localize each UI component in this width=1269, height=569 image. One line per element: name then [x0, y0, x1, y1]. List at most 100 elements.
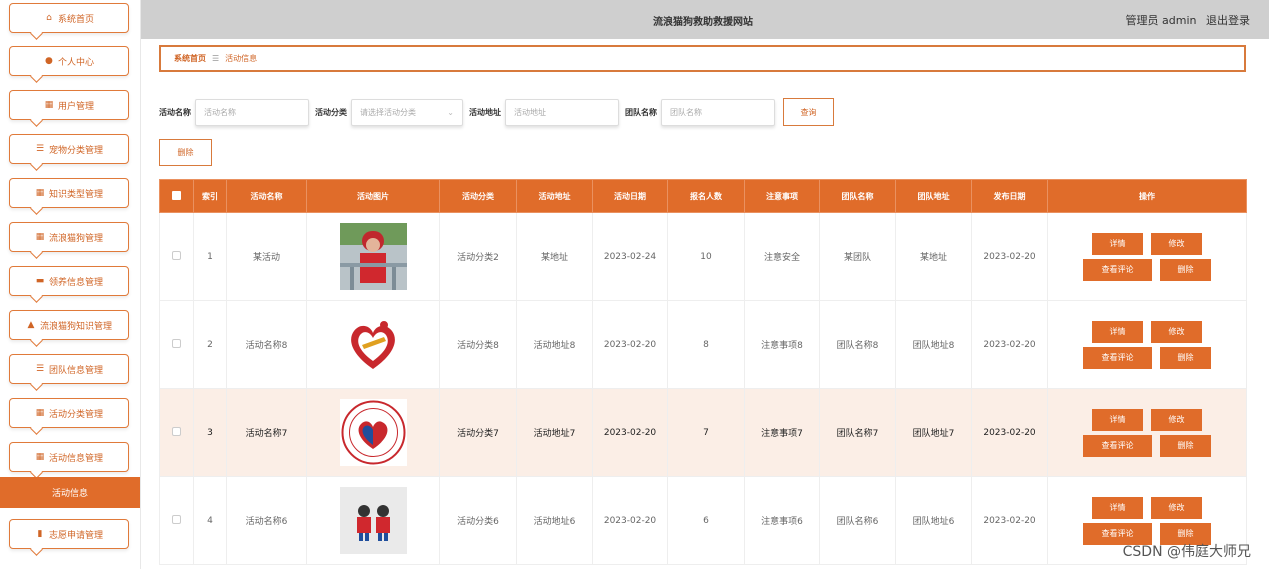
logout-link[interactable]: 退出登录	[1206, 14, 1250, 27]
detail-button[interactable]: 详情	[1092, 232, 1143, 255]
chevron-down-icon: ⌄	[447, 107, 454, 117]
detail-button[interactable]: 详情	[1092, 320, 1143, 343]
cell-name: 活动名称7	[226, 388, 307, 477]
column-header: 发布日期	[971, 179, 1048, 213]
cell-count: 10	[667, 212, 745, 301]
sidebar-item-home[interactable]: ⌂ 系统首页	[9, 3, 129, 33]
delete-button[interactable]: 删除	[1160, 346, 1211, 369]
activity-name-input[interactable]: 活动名称	[195, 98, 309, 126]
batch-delete-button[interactable]: 删除	[159, 139, 212, 166]
column-header: 报名人数	[667, 179, 745, 213]
cell-name: 活动名称6	[226, 476, 307, 565]
select-placeholder: 请选择活动分类	[360, 107, 416, 117]
cell-category: 活动分类8	[439, 300, 517, 389]
sidebar-item-activity-info[interactable]: ▦ 活动信息管理	[9, 442, 129, 472]
column-header: 活动地址	[516, 179, 593, 213]
sidebar-item-stray-animals[interactable]: ▦ 流浪猫狗管理	[9, 222, 129, 252]
cell-team-address: 团队地址8	[895, 300, 972, 389]
activity-name-label: 活动名称	[159, 107, 191, 117]
cell-team-address: 某地址	[895, 212, 972, 301]
view-comments-button[interactable]: 查看评论	[1083, 258, 1152, 281]
csdn-watermark: CSDN @伟庭大师兄	[1122, 544, 1251, 560]
cell-team: 团队名称7	[819, 388, 896, 477]
cell-name: 某活动	[226, 212, 307, 301]
edit-button[interactable]: 修改	[1151, 408, 1202, 431]
cell-index: 1	[193, 212, 227, 301]
detail-button[interactable]: 详情	[1092, 496, 1143, 519]
cell-image	[306, 212, 440, 301]
sidebar-item-label: 知识类型管理	[48, 189, 103, 200]
column-header: 团队地址	[895, 179, 972, 213]
delete-button[interactable]: 删除	[1160, 434, 1211, 457]
edit-button[interactable]: 修改	[1151, 496, 1202, 519]
cell-image	[306, 476, 440, 565]
detail-button[interactable]: 详情	[1092, 408, 1143, 431]
sidebar-item-volunteer[interactable]: ▮ 志愿申请管理	[9, 519, 129, 549]
breadcrumb-current: 活动信息	[225, 54, 258, 63]
cell-address: 活动地址8	[516, 300, 593, 389]
breadcrumb-home[interactable]: 系统首页	[174, 53, 206, 64]
cell-index: 3	[193, 388, 227, 477]
sidebar-item-pet-category[interactable]: ☰ 宠物分类管理	[9, 134, 129, 164]
sidebar-item-activity-category[interactable]: ▦ 活动分类管理	[9, 398, 129, 428]
delete-button[interactable]: 删除	[1160, 258, 1211, 281]
sidebar-item-label: 用户管理	[57, 101, 94, 112]
circle-badge[interactable]	[339, 399, 407, 466]
breadcrumb: 系统首页 ☰ 活动信息	[159, 45, 1246, 72]
sidebar-item-label: 领养信息管理	[48, 277, 103, 288]
row-checkbox[interactable]	[159, 212, 194, 301]
column-header: 活动名称	[226, 179, 307, 213]
query-button[interactable]: 查询	[783, 98, 834, 126]
cell-category: 活动分类2	[439, 212, 517, 301]
sidebar-item-adoption[interactable]: ▬ 领养信息管理	[9, 266, 129, 296]
column-header: 注意事项	[744, 179, 820, 213]
sidebar: ⌂ 系统首页 ● 个人中心 ▦ 用户管理 ☰ 宠物分类管理 ▦ 知识类型管理 ▦ 流浪猫狗管…	[0, 0, 140, 569]
sidebar-item-knowledge[interactable]: ▲ 流浪猫狗知识管理	[9, 310, 129, 340]
search-bar: 活动名称 活动名称 活动分类 请选择活动分类 ⌄ 活动地址 活动地址 团队名称 团…	[159, 98, 834, 126]
sliders-icon: ☰	[35, 364, 45, 374]
volunteer-figures[interactable]	[339, 487, 407, 554]
sidebar-item-label: 流浪猫狗知识管理	[39, 321, 112, 332]
cell-team: 某团队	[819, 212, 896, 301]
sidebar-item-label: 系统首页	[57, 14, 94, 25]
cell-date: 2023-02-20	[592, 300, 668, 389]
home-icon: ⌂	[46, 13, 52, 23]
sidebar-item-knowledge-type[interactable]: ▦ 知识类型管理	[9, 178, 129, 208]
edit-button[interactable]: 修改	[1151, 232, 1202, 255]
team-name-label: 团队名称	[625, 107, 657, 117]
row-checkbox[interactable]	[159, 388, 194, 477]
sidebar-item-team[interactable]: ☰ 团队信息管理	[9, 354, 129, 384]
activity-category-select[interactable]: 请选择活动分类 ⌄	[351, 98, 463, 126]
sidebar-item-label: 活动信息管理	[48, 453, 103, 464]
cell-publish-date: 2023-02-20	[971, 476, 1048, 565]
sidebar-item-users[interactable]: ▦ 用户管理	[9, 90, 129, 120]
table-row: 3 活动名称7 活动分类7 活动地址7 2023-02-20 7 注意事项7 团…	[159, 388, 1247, 477]
column-header: 操作	[1047, 179, 1247, 213]
cell-team: 团队名称6	[819, 476, 896, 565]
activity-address-input[interactable]: 活动地址	[505, 98, 619, 126]
cell-image	[306, 300, 440, 389]
cell-publish-date: 2023-02-20	[971, 212, 1048, 301]
row-checkbox[interactable]	[159, 476, 194, 565]
sidebar-subitem-activity-active[interactable]: 活动信息	[0, 477, 140, 508]
select-all-checkbox[interactable]	[159, 179, 194, 213]
sidebar-item-label: 团队信息管理	[48, 365, 103, 376]
sidebar-item-profile[interactable]: ● 个人中心	[9, 46, 129, 76]
team-name-input[interactable]: 团队名称	[661, 98, 775, 126]
cell-team-address: 团队地址7	[895, 388, 972, 477]
view-comments-button[interactable]: 查看评论	[1083, 346, 1152, 369]
grid-icon: ▦	[35, 408, 45, 418]
view-comments-button[interactable]: 查看评论	[1083, 434, 1152, 457]
cell-category: 活动分类6	[439, 476, 517, 565]
edit-button[interactable]: 修改	[1151, 320, 1202, 343]
cell-actions: 详情 修改 查看评论 删除	[1047, 212, 1247, 301]
cell-publish-date: 2023-02-20	[971, 300, 1048, 389]
table-row: 1 某活动 活动分类2 某地址 2023-02-24 10 注意安全 某团队 某…	[159, 212, 1247, 301]
volunteer-photo[interactable]	[339, 223, 407, 290]
grid-icon: ▦	[35, 232, 45, 242]
row-checkbox[interactable]	[159, 300, 194, 389]
grid-icon: ▦	[35, 452, 45, 462]
cell-notes: 注意事项8	[744, 300, 820, 389]
heart-logo[interactable]	[339, 311, 407, 378]
breadcrumb-separator-icon: ☰	[212, 54, 220, 63]
